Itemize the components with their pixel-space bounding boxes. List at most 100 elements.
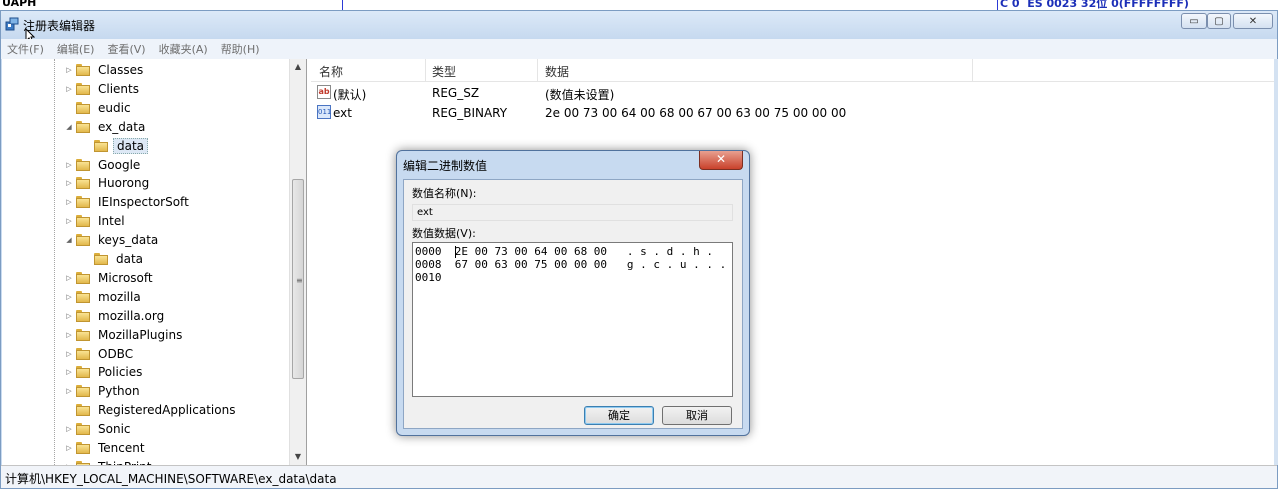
- close-button[interactable]: ✕: [1233, 13, 1273, 29]
- column-header-name[interactable]: 名称: [319, 63, 343, 80]
- tree-item[interactable]: RegisteredApplications: [64, 401, 238, 419]
- expand-arrow-icon[interactable]: ▷: [64, 425, 74, 433]
- menu-help[interactable]: 帮助(H): [221, 41, 260, 57]
- background-divider: [342, 0, 343, 10]
- tree-item[interactable]: ▷ Clients: [64, 80, 142, 98]
- expand-arrow-icon[interactable]: ▷: [64, 387, 74, 395]
- folder-icon: [76, 385, 92, 398]
- title-bar[interactable]: 注册表编辑器 ▭ ▢ ✕: [1, 11, 1277, 44]
- expand-arrow-icon[interactable]: ▷: [64, 350, 74, 358]
- tree-item-label: Microsoft: [98, 270, 153, 285]
- tree-item[interactable]: ▷ mozilla.org: [64, 307, 167, 325]
- column-divider[interactable]: [972, 59, 973, 81]
- column-divider[interactable]: [425, 59, 426, 81]
- registry-tree: ▷ Classes ▷ Clients eudic ◢ ex_data data ▷ Google…: [2, 59, 307, 465]
- tree-item[interactable]: ▷ Huorong: [64, 174, 152, 192]
- tree-item-label: data: [116, 252, 144, 266]
- tree-item[interactable]: data: [82, 137, 149, 155]
- scroll-up-arrow-icon[interactable]: ▲: [290, 59, 306, 75]
- tree-item[interactable]: ▷ IEInspectorSoft: [64, 193, 192, 211]
- expand-arrow-icon[interactable]: ▷: [64, 85, 74, 93]
- background-text-left: UAPH: [2, 0, 37, 9]
- folder-icon: [76, 423, 92, 436]
- tree-item[interactable]: ◢ keys_data: [64, 231, 161, 249]
- folder-icon: [94, 253, 110, 265]
- tree-item[interactable]: data: [82, 250, 146, 268]
- minimize-button[interactable]: ▭: [1181, 13, 1207, 29]
- background-debugger-strip: UAPH C 0 ES 0023 32位 0(FFFFFFFF): [0, 0, 1280, 10]
- expand-arrow-icon[interactable]: ▷: [64, 293, 74, 301]
- tree-item[interactable]: ▷ Classes: [64, 61, 146, 79]
- tree-item-label: IEInspectorSoft: [98, 195, 189, 210]
- dialog-close-button[interactable]: ✕: [699, 151, 743, 170]
- expand-arrow-icon[interactable]: ▷: [64, 444, 74, 452]
- value-data: 2e 00 73 00 64 00 68 00 67 00 63 00 75 0…: [545, 106, 847, 120]
- tree-item-label: mozilla.org: [98, 308, 165, 323]
- tree-item-label: Huorong: [98, 176, 150, 191]
- tree-item[interactable]: ▷ ODBC: [64, 345, 136, 363]
- folder-icon: [76, 158, 92, 171]
- tree-item-label: RegisteredApplications: [98, 403, 236, 418]
- tree-item-label: Clients: [98, 81, 139, 96]
- status-path: 计算机\HKEY_LOCAL_MACHINE\SOFTWARE\ex_data\…: [5, 472, 337, 486]
- text-caret: [455, 246, 456, 258]
- tree-item[interactable]: eudic: [64, 99, 134, 117]
- column-header-type[interactable]: 类型: [432, 63, 456, 80]
- column-header-data[interactable]: 数据: [545, 63, 569, 80]
- tree-item[interactable]: ▷ThinPrint: [64, 458, 154, 465]
- value-type: REG_SZ: [432, 86, 480, 100]
- expand-arrow-icon[interactable]: ▷: [64, 331, 74, 339]
- tree-item[interactable]: ▷ Tencent: [64, 439, 148, 457]
- maximize-button[interactable]: ▢: [1207, 13, 1231, 29]
- folder-icon: [76, 82, 92, 95]
- expand-arrow-icon[interactable]: ▷: [64, 198, 74, 206]
- tree-item-label: Policies: [98, 365, 143, 380]
- expand-arrow-icon[interactable]: ▷: [64, 368, 74, 376]
- expand-arrow-icon[interactable]: ▷: [64, 217, 74, 225]
- list-row-default[interactable]: ab (默认) REG_SZ (数值未设置): [311, 83, 1275, 103]
- tree-item[interactable]: ▷ Python: [64, 382, 143, 400]
- expand-arrow-icon[interactable]: ▷: [64, 312, 74, 320]
- status-bar: 计算机\HKEY_LOCAL_MACHINE\SOFTWARE\ex_data\…: [1, 465, 1277, 488]
- tree-scrollbar[interactable]: ▲ ≡ ▼: [289, 59, 306, 465]
- expand-arrow-icon[interactable]: ◢: [64, 236, 74, 244]
- tree-item[interactable]: ▷ Microsoft: [64, 269, 156, 287]
- expand-arrow-icon[interactable]: ▷: [64, 274, 74, 282]
- expand-arrow-icon[interactable]: ▷: [64, 66, 74, 74]
- tree-item[interactable]: ▷ MozillaPlugins: [64, 326, 185, 344]
- tree-item-label: MozillaPlugins: [98, 327, 183, 342]
- tree-item[interactable]: ▷ Intel: [64, 212, 128, 230]
- expand-arrow-icon[interactable]: ▷: [64, 161, 74, 169]
- tree-item-label: Sonic: [98, 422, 131, 437]
- dialog-body: 数值名称(N): ext 数值数据(V): 0000 2E 00 73 00 6…: [403, 179, 743, 429]
- tree-item[interactable]: ▷ Policies: [64, 363, 145, 381]
- dialog-title: 编辑二进制数值: [403, 159, 488, 173]
- folder-icon: [76, 64, 92, 76]
- value-name-label: 数值名称(N):: [412, 187, 477, 200]
- scroll-down-arrow-icon[interactable]: ▼: [290, 449, 306, 465]
- tree-item[interactable]: ▷ Google: [64, 156, 143, 174]
- scroll-thumb[interactable]: ≡: [292, 179, 304, 379]
- tree-item[interactable]: ◢ ex_data: [64, 118, 148, 136]
- cancel-button[interactable]: 取消: [662, 406, 732, 425]
- expand-arrow-icon[interactable]: ◢: [64, 123, 74, 131]
- hex-data-editor[interactable]: 0000 2E 00 73 00 64 00 68 00 . s . d . h…: [412, 242, 733, 397]
- column-divider[interactable]: [537, 59, 538, 81]
- window-edge: [1274, 59, 1278, 465]
- menu-edit[interactable]: 编辑(E): [57, 41, 95, 57]
- ok-button[interactable]: 确定: [584, 406, 654, 425]
- tree-item[interactable]: ▷ mozilla: [64, 288, 144, 306]
- expand-arrow-icon[interactable]: ▷: [64, 179, 74, 187]
- menu-favorites[interactable]: 收藏夹(A): [159, 41, 208, 57]
- menu-view[interactable]: 查看(V): [107, 41, 145, 57]
- tree-item-label: Intel: [98, 214, 125, 229]
- list-row-ext[interactable]: 011 ext REG_BINARY 2e 00 73 00 64 00 68 …: [311, 103, 1275, 123]
- value-name: ext: [333, 106, 352, 120]
- tree-item[interactable]: ▷ Sonic: [64, 420, 134, 438]
- grip-icon: ≡: [296, 276, 303, 285]
- value-name-field: ext: [412, 204, 733, 221]
- menu-file[interactable]: 文件(F): [7, 41, 44, 57]
- hex-line: 0008 67 00 63 00 75 00 00 00 g . c . u .…: [415, 258, 727, 271]
- folder-icon: [76, 234, 92, 247]
- folder-icon: [76, 101, 92, 114]
